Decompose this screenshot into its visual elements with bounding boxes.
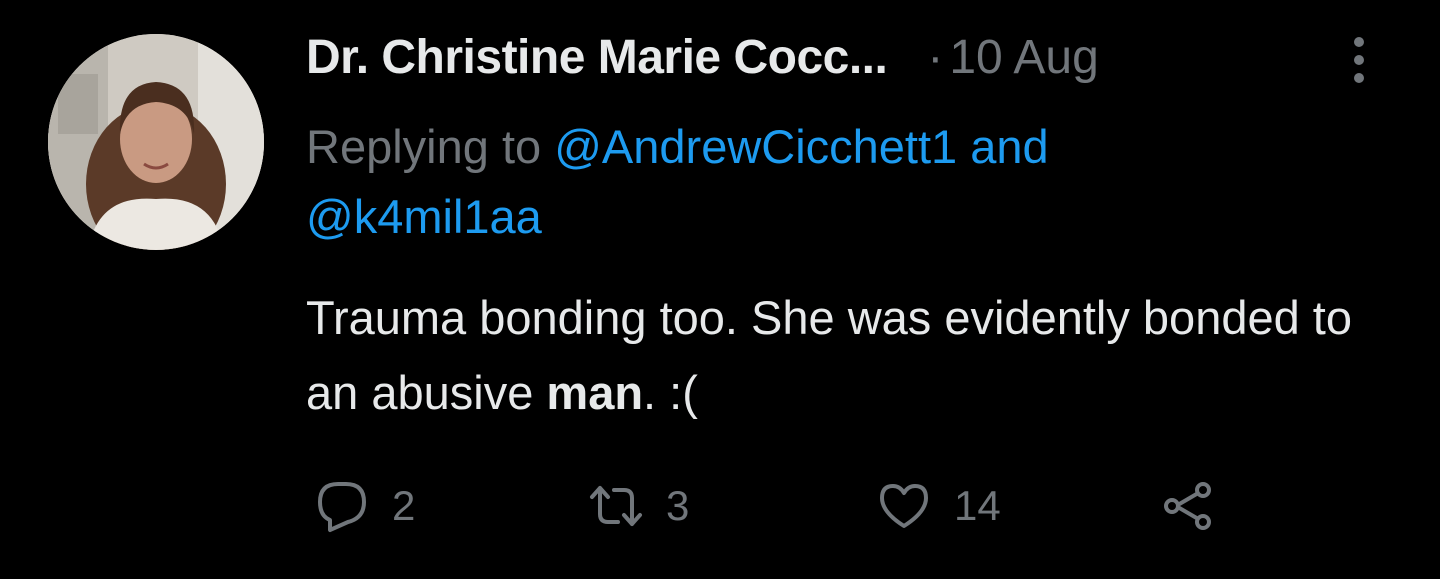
reply-count: 2 (392, 482, 416, 529)
header-separator: · (927, 31, 944, 84)
author-name[interactable]: Dr. Christine Marie Cocc... (306, 30, 888, 85)
more-vertical-icon (1354, 37, 1364, 83)
tweet-text-bold: man (546, 366, 644, 419)
share-icon (1164, 482, 1211, 530)
tweet-text-end: . :( (643, 366, 698, 419)
heart-icon (880, 484, 928, 528)
replying-prefix: Replying to (306, 120, 555, 173)
reply-mention-andrew[interactable]: @AndrewCicchett1 (554, 120, 957, 173)
reply-conjunction[interactable]: and (957, 120, 1048, 173)
tweet-header: Dr. Christine Marie Cocc... · 10 Aug (306, 30, 1099, 94)
reply-bubble-icon (318, 482, 366, 532)
reply-button[interactable]: 2 (314, 476, 415, 536)
reply-mention-k4mil1aa[interactable]: @k4mil1aa (306, 190, 542, 243)
retweet-count: 3 (666, 482, 690, 529)
retweet-icon (590, 486, 642, 526)
tweet-text: Trauma bonding too. She was evidently bo… (306, 280, 1406, 430)
like-button[interactable]: 14 (876, 476, 1001, 536)
more-options-button[interactable] (1344, 34, 1374, 86)
like-count: 14 (954, 482, 1001, 529)
share-button[interactable] (1160, 476, 1216, 536)
replying-to: Replying to @AndrewCicchett1 and @k4mil1… (306, 112, 1366, 252)
tweet-text-main: Trauma bonding too. She was evidently bo… (306, 291, 1353, 419)
tweet-date[interactable]: 10 Aug (949, 30, 1098, 85)
avatar-photo (48, 34, 264, 250)
avatar[interactable] (48, 34, 264, 250)
tweet-actions: 2 3 14 (314, 476, 1414, 536)
retweet-button[interactable]: 3 (588, 476, 689, 536)
